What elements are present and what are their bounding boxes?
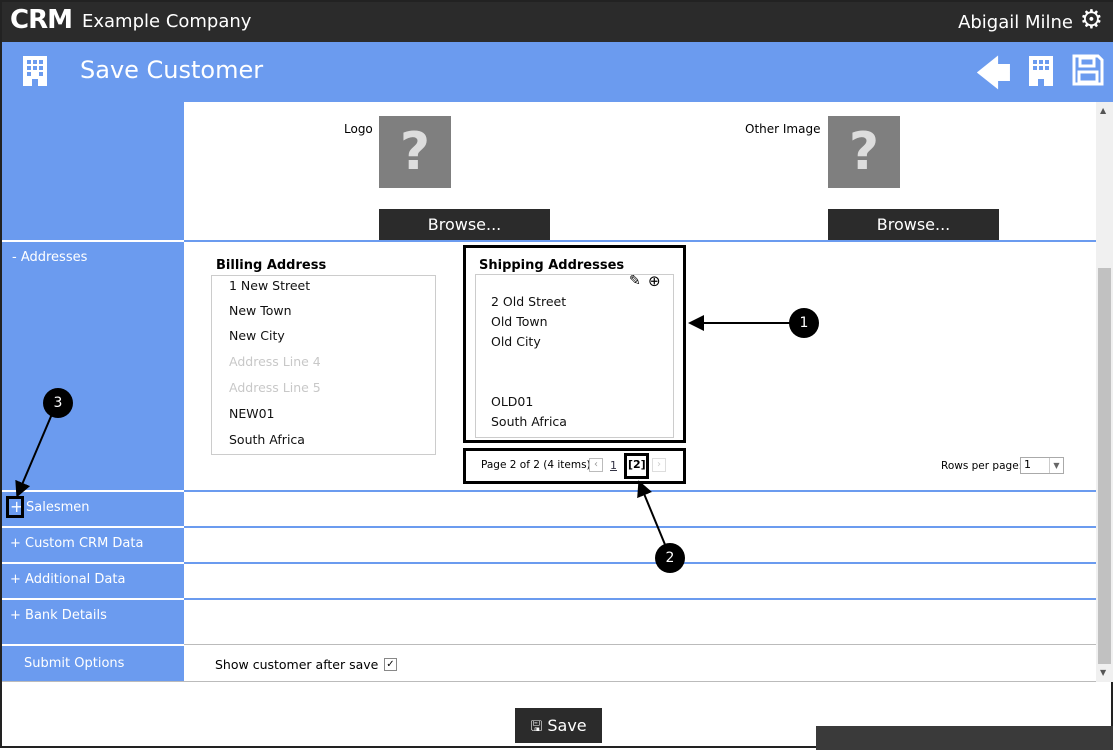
annotation-marker-2: 2 — [655, 543, 685, 573]
annotation-marker-1: 1 — [789, 308, 819, 338]
annotation-box-3 — [6, 496, 24, 518]
arrow-2 — [637, 480, 667, 548]
arrow-3 — [15, 413, 53, 498]
annotation-marker-3: 3 — [43, 388, 73, 418]
annotation-arrows — [15, 315, 790, 548]
